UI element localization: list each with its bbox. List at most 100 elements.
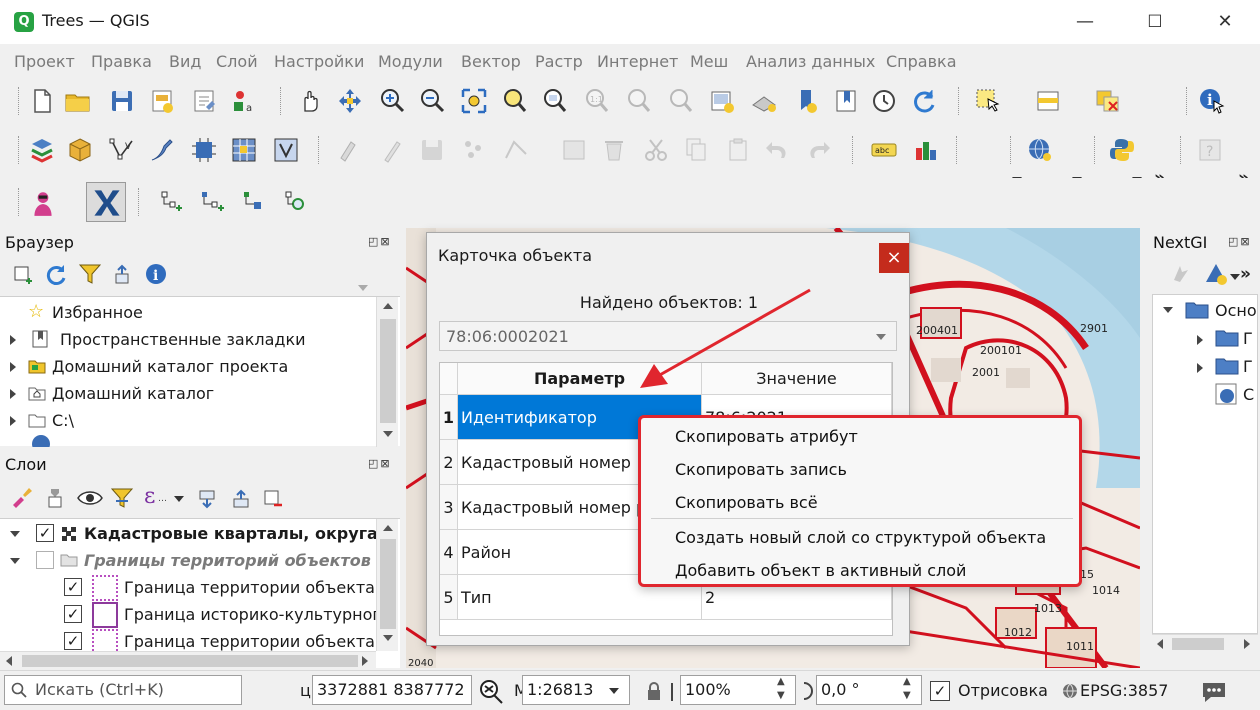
layer-visibility-checkbox[interactable]: ✓ [64,578,82,596]
menu-layer[interactable]: Слой [216,52,258,71]
zoom-to-layer-icon[interactable] [540,87,568,115]
add-connection-icon[interactable] [198,188,226,216]
group-visibility-checkbox[interactable] [36,551,54,569]
add-node-icon[interactable] [156,188,184,216]
layout-manager-icon[interactable] [190,87,218,115]
collapse-arrow-icon[interactable] [1163,307,1173,313]
menu-item-copy-record[interactable]: Скопировать запись [675,460,847,479]
scroll-right-arrow[interactable] [362,656,368,666]
digitize-vertex-icon[interactable]: V [108,136,136,164]
coordinate-field[interactable]: 3372881 8387772 [312,675,472,705]
select-features-icon[interactable] [974,87,1002,115]
menu-plugins[interactable]: Модули [378,52,443,71]
search-resource-icon[interactable] [282,188,310,216]
extents-toggle-icon[interactable] [478,677,504,705]
minimize-button[interactable]: — [1050,0,1120,44]
diagram-labels-icon[interactable] [912,136,940,164]
resource-label[interactable]: Осно [1215,301,1257,320]
new-resource-dropdown-arrow[interactable] [1230,274,1240,280]
dialog-close-button[interactable]: × [879,243,909,273]
zoom-to-selection-icon[interactable] [500,87,528,115]
deselect-features-icon[interactable] [1094,87,1122,115]
scroll-thumb[interactable] [380,319,396,423]
properties-info-icon[interactable]: i [144,262,168,286]
nextgis-more-button[interactable]: » [1240,264,1251,284]
menu-raster[interactable]: Растр [535,52,583,71]
refresh-icon[interactable] [910,87,938,115]
chevron-down-icon[interactable] [876,334,886,340]
menu-vector[interactable]: Вектор [461,52,521,71]
labeling-icon[interactable]: abc [870,136,898,164]
layers-scrollbar[interactable] [376,519,398,651]
menu-project[interactable]: Проект [14,52,75,71]
style-manager-icon[interactable]: a [230,87,258,115]
expression-filter-icon[interactable]: ε [144,484,155,509]
menu-data-analysis[interactable]: Анализ данных [746,52,875,71]
data-source-manager-icon[interactable] [28,136,56,164]
horizontal-scroll-thumb[interactable] [22,655,358,667]
expand-arrow-icon[interactable] [1197,363,1203,373]
scroll-right-arrow[interactable] [1244,639,1250,649]
collapse-all-icon[interactable] [112,264,134,286]
menu-edit[interactable]: Правка [91,52,152,71]
crs-label[interactable]: EPSG:3857 [1080,681,1168,700]
metadata-search-icon[interactable] [28,188,58,218]
chevron-down-icon[interactable] [609,688,619,694]
scroll-left-arrow[interactable] [6,656,12,666]
new-bookmark-icon[interactable] [792,87,820,115]
browser-dock-buttons[interactable]: ◰⊠ [368,235,392,248]
feature-selector-combobox[interactable]: 78:06:0002021 [439,321,897,351]
show-bookmarks-icon[interactable] [832,87,860,115]
add-layer-icon[interactable] [12,264,34,286]
magnifier-spinbox[interactable]: 100% ▲ ▼ [680,675,796,705]
nextgis-dock-buttons[interactable]: ◰⊠ [1228,235,1252,248]
menu-settings[interactable]: Настройки [274,52,364,71]
horizontal-scroll-thumb[interactable] [1172,638,1224,650]
new-3d-view-icon[interactable] [750,87,778,115]
save-project-icon[interactable] [108,87,136,115]
collapse-arrow-icon[interactable] [10,558,20,564]
layer-heritage-boundary[interactable]: ✓ Граница историко-культурного [0,601,391,628]
web-services-icon[interactable] [1026,136,1054,164]
visibility-eye-icon[interactable] [76,488,104,508]
expression-dropdown-arrow[interactable] [174,496,184,502]
collapse-arrow-icon[interactable] [10,531,20,537]
crs-globe-icon[interactable] [1062,683,1078,699]
python-console-icon[interactable] [1108,136,1136,164]
rotation-spinbox[interactable]: 0,0 ° ▲ ▼ [816,675,922,705]
column-header-value[interactable]: Значение [702,363,892,395]
scroll-down-arrow[interactable] [383,431,393,437]
collapse-all-layers-icon[interactable] [230,488,252,510]
lock-scale-icon[interactable] [646,681,662,701]
add-group-icon[interactable] [44,486,66,510]
layer-visibility-checkbox[interactable]: ✓ [64,632,82,650]
new-geopackage-layer-icon[interactable] [66,136,94,164]
expand-all-icon[interactable] [196,488,218,510]
close-window-button[interactable]: ✕ [1190,0,1260,44]
layers-dock-buttons[interactable]: ◰⊠ [368,457,392,470]
virtual-layer-icon[interactable] [272,136,300,164]
style-panel-icon[interactable] [10,486,34,510]
menu-item-add-to-active-layer[interactable]: Добавить объект в активный слой [675,561,966,580]
raster-grid-icon[interactable] [230,136,258,164]
layer-group-territories[interactable]: Границы территорий объектов [0,547,376,574]
expand-arrow-icon[interactable] [10,416,16,426]
layer-visibility-checkbox[interactable]: ✓ [36,524,54,542]
spin-down-icon[interactable]: ▼ [903,682,911,710]
nextgis-connect-button[interactable] [86,182,126,222]
attribute-selection-icon[interactable] [1034,87,1062,115]
layer-cadastral-quarters[interactable]: ✓ Кадастровые кварталы, округа [0,520,378,547]
scroll-down-arrow[interactable] [383,635,393,641]
new-map-view-icon[interactable] [708,87,736,115]
expand-arrow-icon[interactable] [10,335,16,345]
messages-icon[interactable] [1200,679,1228,705]
filter-browser-icon[interactable] [78,262,102,286]
identify-features-icon[interactable]: i [1198,87,1226,115]
nextgis-new-resource-icon[interactable] [1204,262,1228,286]
render-checkbox[interactable]: ✓ [930,681,950,701]
pan-map-icon[interactable] [296,87,324,115]
gps-toolbar-icon[interactable] [190,136,218,164]
scroll-up-arrow[interactable] [383,525,393,531]
layer-territory-boundary-1[interactable]: ✓ Граница территории объекта к [0,574,390,601]
new-project-icon[interactable] [28,87,56,115]
